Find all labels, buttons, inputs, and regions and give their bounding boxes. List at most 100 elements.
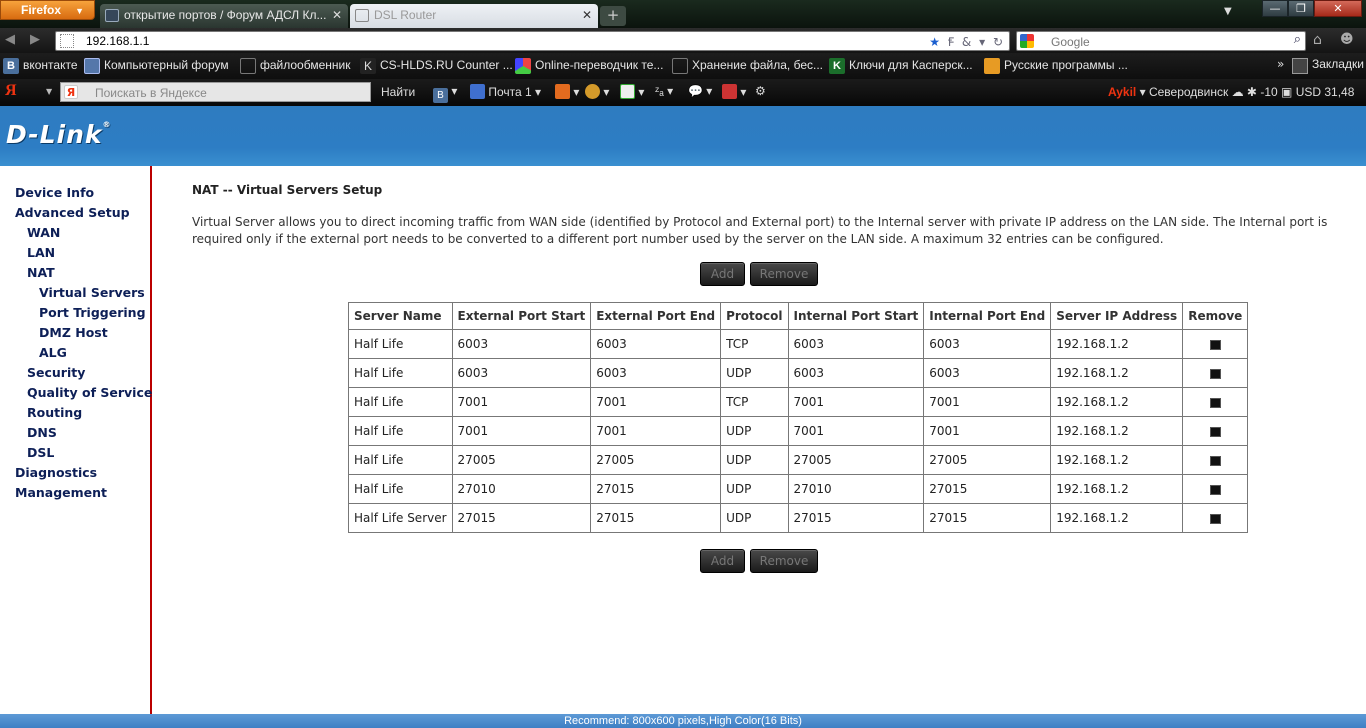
remove-checkbox[interactable] bbox=[1209, 455, 1221, 466]
bookmark-vkontakte[interactable]: В вконтакте bbox=[3, 57, 78, 75]
external-port-start-cell: 7001 bbox=[451, 416, 592, 446]
screen-icon bbox=[620, 84, 635, 99]
add-button[interactable]: Add bbox=[700, 262, 745, 286]
addon-icon[interactable]: ☻ bbox=[1340, 32, 1354, 47]
widget-icon bbox=[555, 84, 570, 99]
internal-port-start-cell: 7001 bbox=[787, 387, 925, 417]
close-icon[interactable]: ✕ bbox=[332, 4, 342, 27]
external-port-start-cell: 6003 bbox=[451, 329, 592, 359]
page-description: Virtual Server allows you to direct inco… bbox=[192, 215, 1328, 246]
sidebar-item-quality-of-service[interactable]: Quality of Service bbox=[27, 385, 152, 400]
sidebar-item-dsl[interactable]: DSL bbox=[27, 445, 54, 460]
remove-button[interactable]: Remove bbox=[750, 549, 818, 573]
currency-label[interactable]: USD 31,48 bbox=[1296, 85, 1355, 99]
chevron-down-icon[interactable]: ▼ bbox=[46, 87, 52, 96]
sidebar-item-lan[interactable]: LAN bbox=[27, 245, 55, 260]
sidebar-item-nat[interactable]: NAT bbox=[27, 265, 55, 280]
add-button[interactable]: Add bbox=[700, 549, 745, 573]
google-icon[interactable] bbox=[1020, 34, 1034, 48]
yandex-search-input[interactable]: Я Поискать в Яндексе bbox=[60, 82, 371, 102]
sidebar-item-port-triggering[interactable]: Port Triggering bbox=[39, 305, 146, 320]
bookmark-label: Хранение файла, бес... bbox=[692, 58, 823, 72]
yandex-find-button[interactable]: Найти bbox=[381, 85, 415, 99]
vk-icon: B bbox=[433, 88, 448, 103]
sidebar-item-dns[interactable]: DNS bbox=[27, 425, 57, 440]
sidebar-item-management[interactable]: Management bbox=[15, 485, 107, 500]
bookmark-label: Ключи для Касперск... bbox=[849, 58, 973, 72]
remove-checkbox[interactable] bbox=[1209, 397, 1221, 408]
close-window-button[interactable]: ✕ bbox=[1314, 0, 1362, 17]
minimize-button[interactable]: — bbox=[1262, 0, 1288, 17]
sidebar-item-virtual-servers[interactable]: Virtual Servers bbox=[39, 285, 145, 300]
bookmark-kaspersky-keys[interactable]: K Ключи для Касперск... bbox=[829, 57, 973, 75]
sidebar-item-dmz-host[interactable]: DMZ Host bbox=[39, 325, 108, 340]
bookmark-star-icon[interactable]: ★ bbox=[929, 35, 942, 49]
tab-forum[interactable]: открытие портов / Форум АДСЛ Кл... ✕ bbox=[100, 4, 348, 28]
external-port-start-cell: 7001 bbox=[451, 387, 592, 417]
close-icon[interactable]: ✕ bbox=[582, 4, 592, 27]
toolbar-button[interactable]: ▾ bbox=[555, 84, 579, 100]
toolbar-button[interactable]: ▾ bbox=[620, 84, 644, 100]
temperature-label[interactable]: -10 bbox=[1260, 85, 1277, 99]
remove-checkbox[interactable] bbox=[1209, 513, 1221, 524]
search-icon[interactable]: ⌕ bbox=[1294, 32, 1301, 47]
ampersand-icon[interactable]: & bbox=[962, 35, 973, 49]
toolbar-button[interactable]: ▾ bbox=[722, 84, 746, 100]
site-identity-icon[interactable] bbox=[60, 34, 74, 48]
remove-cell bbox=[1182, 503, 1249, 533]
sidebar-item-alg[interactable]: ALG bbox=[39, 345, 67, 360]
remove-button[interactable]: Remove bbox=[750, 262, 818, 286]
bookmark-computer-forum[interactable]: Компьютерный форум bbox=[84, 57, 229, 75]
new-tab-button[interactable]: + bbox=[600, 6, 626, 26]
translate-icon bbox=[515, 58, 531, 74]
sidebar-item-security[interactable]: Security bbox=[27, 365, 85, 380]
mail-toolbar-button[interactable]: Почта 1 ▾ bbox=[470, 84, 541, 100]
list-all-tabs-icon[interactable]: ▼ bbox=[1224, 6, 1232, 17]
chat-toolbar-button[interactable]: 💬 ▾ bbox=[688, 84, 712, 100]
back-arrow-icon[interactable]: ◀ bbox=[5, 32, 15, 47]
dropdown-icon[interactable]: ▾ bbox=[979, 35, 987, 49]
sidebar-item-wan[interactable]: WAN bbox=[27, 225, 60, 240]
bookmark-cs-hlds[interactable]: K CS-HLDS.RU Counter ... bbox=[360, 57, 513, 75]
server-ip-cell: 192.168.1.2 bbox=[1050, 387, 1184, 417]
reload-icon[interactable]: ↻ bbox=[993, 35, 1005, 49]
search-bar[interactable]: Google ⌕ bbox=[1016, 31, 1306, 51]
main-content: NAT -- Virtual Servers Setup Virtual Ser… bbox=[154, 166, 1366, 714]
translate-icon[interactable]: Ꞙ bbox=[948, 35, 956, 49]
status-footer: Recommend: 800x600 pixels,High Color(16 … bbox=[0, 714, 1366, 728]
yandex-logo[interactable]: Я bbox=[5, 82, 17, 100]
table-row: Half Life 6003 6003 TCP 6003 6003 192.168.1.2 bbox=[348, 329, 1249, 359]
remove-cell bbox=[1182, 329, 1249, 359]
protocol-cell: UDP bbox=[720, 474, 789, 504]
tab-dsl-router[interactable]: DSL Router ✕ bbox=[350, 4, 598, 28]
settings-button[interactable]: ⚙ bbox=[755, 84, 766, 100]
vk-toolbar-button[interactable]: B ▾ bbox=[433, 84, 457, 103]
forward-arrow-icon[interactable]: ▶ bbox=[30, 32, 40, 47]
weather-icon: ☁ ✱ bbox=[1231, 85, 1257, 99]
firefox-menu-button[interactable]: Firefox ▼ bbox=[0, 0, 95, 20]
url-text[interactable]: 192.168.1.1 bbox=[86, 34, 149, 48]
maximize-button[interactable]: ❐ bbox=[1288, 0, 1314, 17]
home-icon[interactable]: ⌂ bbox=[1313, 32, 1322, 48]
sidebar-item-diagnostics[interactable]: Diagnostics bbox=[15, 465, 97, 480]
toolbar-button[interactable]: ▾ bbox=[585, 84, 609, 100]
url-bar[interactable]: 192.168.1.1 ★ Ꞙ & ▾ ↻ bbox=[55, 31, 1010, 51]
sidebar-item-device-info[interactable]: Device Info bbox=[15, 185, 94, 200]
bookmarks-menu-button[interactable]: Закладки bbox=[1292, 57, 1364, 74]
remove-checkbox[interactable] bbox=[1209, 368, 1221, 379]
sidebar-item-advanced-setup[interactable]: Advanced Setup bbox=[15, 205, 130, 220]
bookmark-russian-programs[interactable]: Русские программы ... bbox=[984, 57, 1128, 75]
yandex-user[interactable]: Aykil bbox=[1108, 85, 1136, 99]
bookmarks-overflow-button[interactable]: » bbox=[1277, 57, 1284, 71]
remove-checkbox[interactable] bbox=[1209, 426, 1221, 437]
column-header: External Port Start bbox=[451, 302, 592, 330]
bookmark-translator[interactable]: Online-переводчик те... bbox=[515, 57, 663, 75]
server-ip-cell: 192.168.1.2 bbox=[1050, 416, 1184, 446]
city-label[interactable]: Северодвинск bbox=[1149, 85, 1228, 99]
translate-toolbar-button[interactable]: ᶻₐ ▾ bbox=[655, 84, 673, 100]
sidebar-item-routing[interactable]: Routing bbox=[27, 405, 82, 420]
remove-checkbox[interactable] bbox=[1209, 484, 1221, 495]
remove-checkbox[interactable] bbox=[1209, 339, 1221, 350]
bookmark-file-storage[interactable]: Хранение файла, бес... bbox=[672, 57, 823, 75]
bookmark-file-exchange[interactable]: файлообменник bbox=[240, 57, 350, 75]
